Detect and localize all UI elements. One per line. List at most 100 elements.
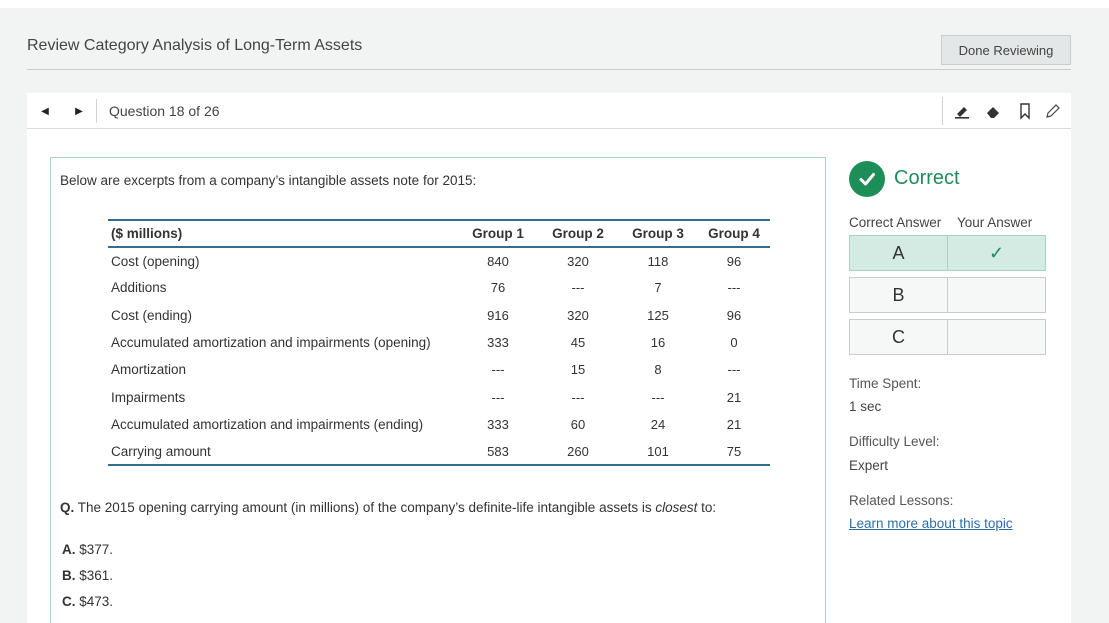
table-cell: 45	[570, 335, 586, 351]
question-intro: Below are excerpts from a company’s inta…	[60, 173, 477, 188]
time-spent-label: Time Spent:	[849, 376, 922, 391]
table-cell: 60	[570, 416, 586, 432]
table-cell: 583	[487, 443, 509, 459]
review-page: Review Category Analysis of Long-Term As…	[8, 8, 1109, 623]
table-cell: Cost (ending)	[111, 307, 193, 323]
toolbar-divider	[96, 99, 97, 123]
table-cell: ---	[491, 389, 505, 405]
time-spent-value: 1 sec	[849, 399, 882, 414]
correct-answer-cell: A	[849, 235, 948, 271]
table-cell: 840	[487, 253, 509, 269]
table-cell: 96	[726, 307, 742, 323]
table-cell: 7	[654, 280, 662, 296]
checkmark-icon	[849, 161, 885, 197]
table-cell: ---	[727, 362, 741, 378]
table-cell: 333	[487, 416, 509, 432]
table-row: Accumulated amortization and impairments…	[108, 329, 770, 356]
option-a[interactable]: A. $377.	[62, 542, 113, 557]
table-cell: 320	[567, 307, 589, 323]
tools-divider	[942, 97, 943, 125]
related-lesson-link[interactable]: Learn more about this topic	[849, 516, 1013, 531]
table-cell: Amortization	[111, 362, 187, 378]
table-cell: ---	[491, 362, 505, 378]
highlighter-icon[interactable]	[952, 101, 972, 121]
table-row: Cost (ending) 916 320 125 96	[108, 302, 770, 329]
table-cell: 96	[726, 253, 742, 269]
table-row: Additions 76 --- 7 ---	[108, 274, 770, 301]
question-prefix: Q.	[60, 500, 75, 515]
question-panel: Below are excerpts from a company’s inta…	[50, 157, 826, 623]
table-cell: 101	[647, 443, 669, 459]
question-emphasis: closest	[655, 500, 698, 515]
table-cell: ---	[727, 280, 741, 296]
table-cell: 15	[570, 362, 586, 378]
table-cell: 118	[647, 253, 669, 269]
question-counter: Question 18 of 26	[109, 103, 220, 119]
option-text: $473.	[75, 594, 114, 609]
table-row: Carrying amount 583 260 101 75	[108, 438, 770, 466]
table-cell: 24	[650, 416, 666, 432]
table-cell: 75	[726, 443, 742, 459]
option-letter: B.	[62, 568, 76, 583]
next-question-icon[interactable]: ▶	[72, 103, 86, 119]
table-cell: ---	[571, 389, 585, 405]
table-cell: 916	[487, 307, 509, 323]
page-title: Review Category Analysis of Long-Term As…	[27, 37, 363, 54]
table-header-row: ($ millions) Group 1 Group 2 Group 3 Gro…	[108, 220, 770, 247]
bookmark-icon[interactable]	[1015, 101, 1035, 121]
previous-question-icon[interactable]: ◀	[38, 103, 52, 119]
correct-answer-header: Correct Answer	[849, 215, 942, 230]
table-cell: Accumulated amortization and impairments…	[111, 335, 431, 351]
result-sidebar: Correct Correct Answer Your Answer A ✓ B…	[849, 129, 1059, 623]
table-row: Amortization --- 15 8 ---	[108, 356, 770, 383]
question-body: The 2015 opening carrying amount (in mil…	[74, 500, 656, 515]
difficulty-value: Expert	[849, 458, 889, 473]
table-row: Accumulated amortization and impairments…	[108, 411, 770, 438]
correct-answer-cell: B	[849, 277, 948, 313]
table-cell: 333	[487, 335, 509, 351]
option-letter: A.	[62, 542, 76, 557]
table-cell: Additions	[111, 280, 167, 296]
table-cell: 260	[567, 443, 589, 459]
table-cell: Carrying amount	[111, 443, 211, 459]
table-header-cell: Group 2	[552, 226, 604, 241]
table-header-cell: Group 4	[708, 226, 760, 241]
table-cell: Cost (opening)	[111, 253, 200, 269]
result-status: Correct	[894, 167, 960, 189]
question-tail: to:	[697, 500, 717, 515]
pencil-icon[interactable]	[1043, 101, 1063, 121]
table-cell: ---	[571, 280, 585, 296]
option-b[interactable]: B. $361.	[62, 568, 113, 583]
related-lessons-label: Related Lessons:	[849, 493, 954, 508]
option-text: $377.	[75, 542, 114, 557]
table-cell: 21	[726, 416, 742, 432]
table-cell: 320	[567, 253, 589, 269]
table-cell: 8	[654, 362, 662, 378]
table-cell: ---	[651, 389, 665, 405]
table-header-cell: ($ millions)	[111, 226, 183, 241]
table-cell: Accumulated amortization and impairments…	[111, 416, 424, 432]
question-toolbar: ◀ ▶ Question 18 of 26	[27, 93, 1071, 129]
table-header-cell: Group 1	[472, 226, 524, 241]
top-strip	[0, 0, 1109, 8]
table-cell: 125	[647, 307, 669, 323]
your-answer-header: Your Answer	[957, 215, 1033, 230]
table-header-cell: Group 3	[632, 226, 684, 241]
correct-answer-cell: C	[849, 319, 948, 355]
your-answer-cell: ✓	[947, 235, 1046, 271]
table-row: Cost (opening) 840 320 118 96	[108, 247, 770, 274]
content-area: Below are excerpts from a company’s inta…	[27, 129, 1071, 623]
done-reviewing-button[interactable]: Done Reviewing	[941, 35, 1071, 65]
table-cell: Impairments	[111, 389, 186, 405]
option-letter: C.	[62, 594, 76, 609]
difficulty-label: Difficulty Level:	[849, 434, 940, 449]
question-text: Q. The 2015 opening carrying amount (in …	[60, 500, 716, 515]
table-cell: 21	[726, 389, 742, 405]
your-answer-cell	[947, 319, 1046, 355]
header-divider	[27, 69, 1071, 70]
option-text: $361.	[75, 568, 114, 583]
table-cell: 0	[730, 335, 738, 351]
option-c[interactable]: C. $473.	[62, 594, 113, 609]
eraser-icon[interactable]	[983, 101, 1003, 121]
table-row: Impairments --- --- --- 21	[108, 383, 770, 410]
